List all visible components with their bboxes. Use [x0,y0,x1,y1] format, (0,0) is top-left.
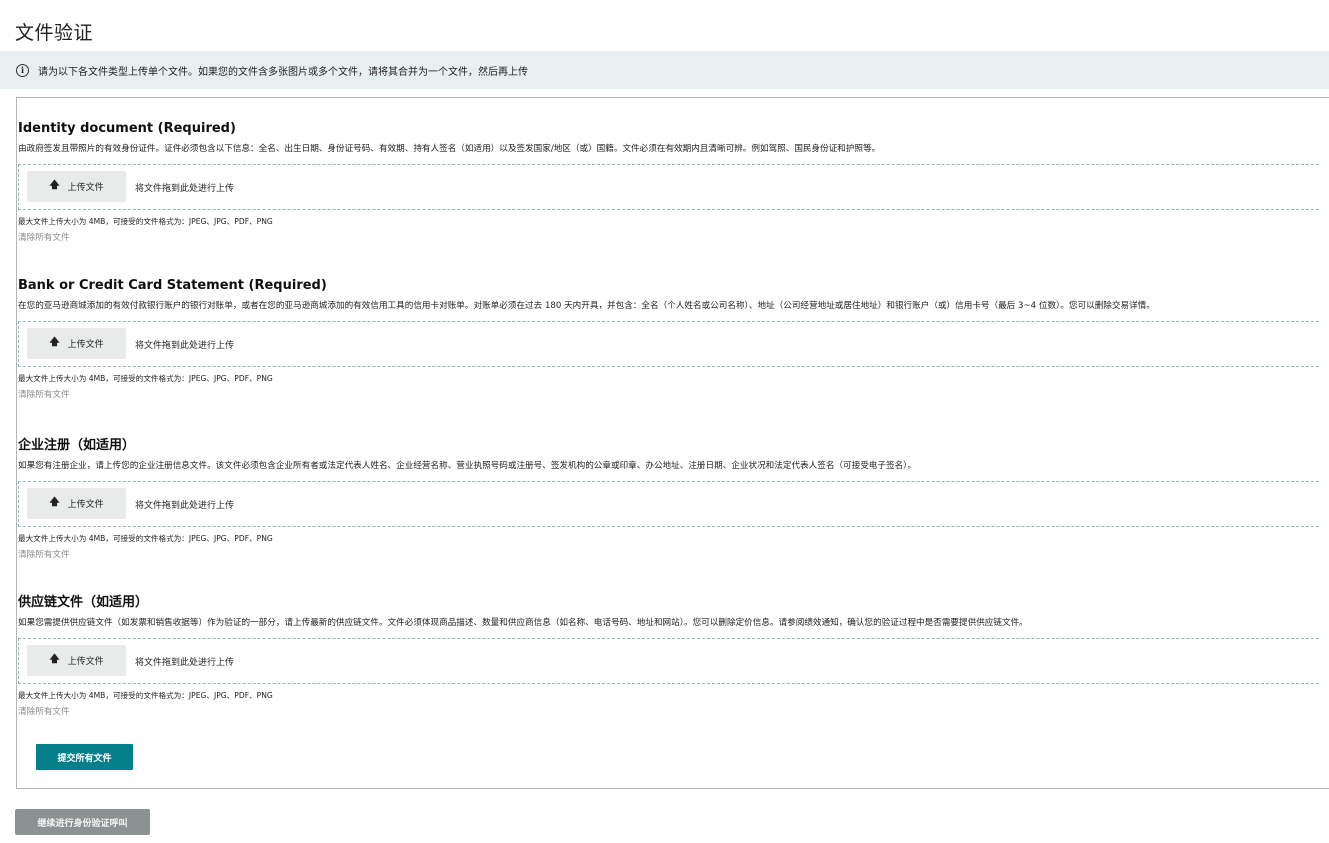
file-limit-text: 最大文件上传大小为 4MB，可接受的文件格式为：JPEG、JPG、PDF、PNG [18,374,273,383]
section-description: 在您的亚马逊商城添加的有效付款银行账户的银行对账单，或者在您的亚马逊商城添加的有… [18,301,1155,311]
clear-all-files-link[interactable]: 清除所有文件 [18,705,1329,717]
clear-all-files-link[interactable]: 清除所有文件 [18,548,1329,560]
info-icon: i [16,63,29,77]
submit-all-files-button[interactable]: 提交所有文件 [36,744,133,770]
info-banner: i 请为以下各文件类型上传单个文件。如果您的文件含多张图片或多个文件，请将其合并… [0,51,1329,89]
clear-all-files-link[interactable]: 清除所有文件 [18,231,1329,243]
section-description: 如果您需提供供应链文件（如发票和销售收据等）作为验证的一部分，请上传最新的供应链… [18,618,1028,628]
file-dropzone[interactable]: 🡅 上传文件 将文件拖到此处进行上传 [18,481,1319,527]
page-title: 文件验证 [15,22,94,44]
continue-verification-call-button[interactable]: 继续进行身份验证呼叫 [15,809,150,835]
file-limit-text: 最大文件上传大小为 4MB，可接受的文件格式为：JPEG、JPG、PDF、PNG [18,217,273,226]
section-title: Bank or Credit Card Statement (Required) [18,278,327,293]
section-bank-statement: Bank or Credit Card Statement (Required)… [18,278,1329,400]
file-dropzone[interactable]: 🡅 上传文件 将文件拖到此处进行上传 [18,321,1319,367]
section-business-registration: 企业注册（如适用） 如果您有注册企业，请上传您的企业注册信息文件。该文件必须包含… [18,434,1329,560]
file-dropzone[interactable]: 🡅 上传文件 将文件拖到此处进行上传 [18,164,1319,210]
section-description: 如果您有注册企业，请上传您的企业注册信息文件。该文件必须包含企业所有者或法定代表… [18,461,917,471]
info-banner-text: 请为以下各文件类型上传单个文件。如果您的文件含多张图片或多个文件，请将其合并为一… [38,66,528,78]
drop-hint: 将文件拖到此处进行上传 [135,658,235,668]
upload-file-button[interactable]: 🡅 上传文件 [27,645,126,676]
section-supply-chain: 供应链文件（如适用） 如果您需提供供应链文件（如发票和销售收据等）作为验证的一部… [18,591,1329,717]
upload-icon: 🡅 [49,497,60,508]
section-title: 供应链文件（如适用） [18,595,149,610]
upload-file-label: 上传文件 [67,499,104,509]
upload-icon: 🡅 [49,654,60,665]
file-dropzone[interactable]: 🡅 上传文件 将文件拖到此处进行上传 [18,638,1319,684]
drop-hint: 将文件拖到此处进行上传 [135,501,235,511]
section-title: 企业注册（如适用） [18,438,136,453]
section-title: Identity document (Required) [18,121,236,136]
section-identity-document: Identity document (Required) 由政府签发且带照片的有… [18,121,1329,243]
upload-file-label: 上传文件 [67,182,104,192]
upload-file-button[interactable]: 🡅 上传文件 [27,171,126,202]
upload-icon: 🡅 [49,337,60,348]
section-description: 由政府签发且带照片的有效身份证件。证件必须包含以下信息：全名、出生日期、身份证号… [18,144,881,154]
upload-icon: 🡅 [49,180,60,191]
file-limit-text: 最大文件上传大小为 4MB，可接受的文件格式为：JPEG、JPG、PDF、PNG [18,691,273,700]
upload-file-button[interactable]: 🡅 上传文件 [27,328,126,359]
upload-file-button[interactable]: 🡅 上传文件 [27,488,126,519]
file-limit-text: 最大文件上传大小为 4MB，可接受的文件格式为：JPEG、JPG、PDF、PNG [18,534,273,543]
drop-hint: 将文件拖到此处进行上传 [135,184,235,194]
upload-file-label: 上传文件 [67,339,104,349]
drop-hint: 将文件拖到此处进行上传 [135,341,235,351]
upload-file-label: 上传文件 [67,656,104,666]
clear-all-files-link[interactable]: 清除所有文件 [18,388,1329,400]
